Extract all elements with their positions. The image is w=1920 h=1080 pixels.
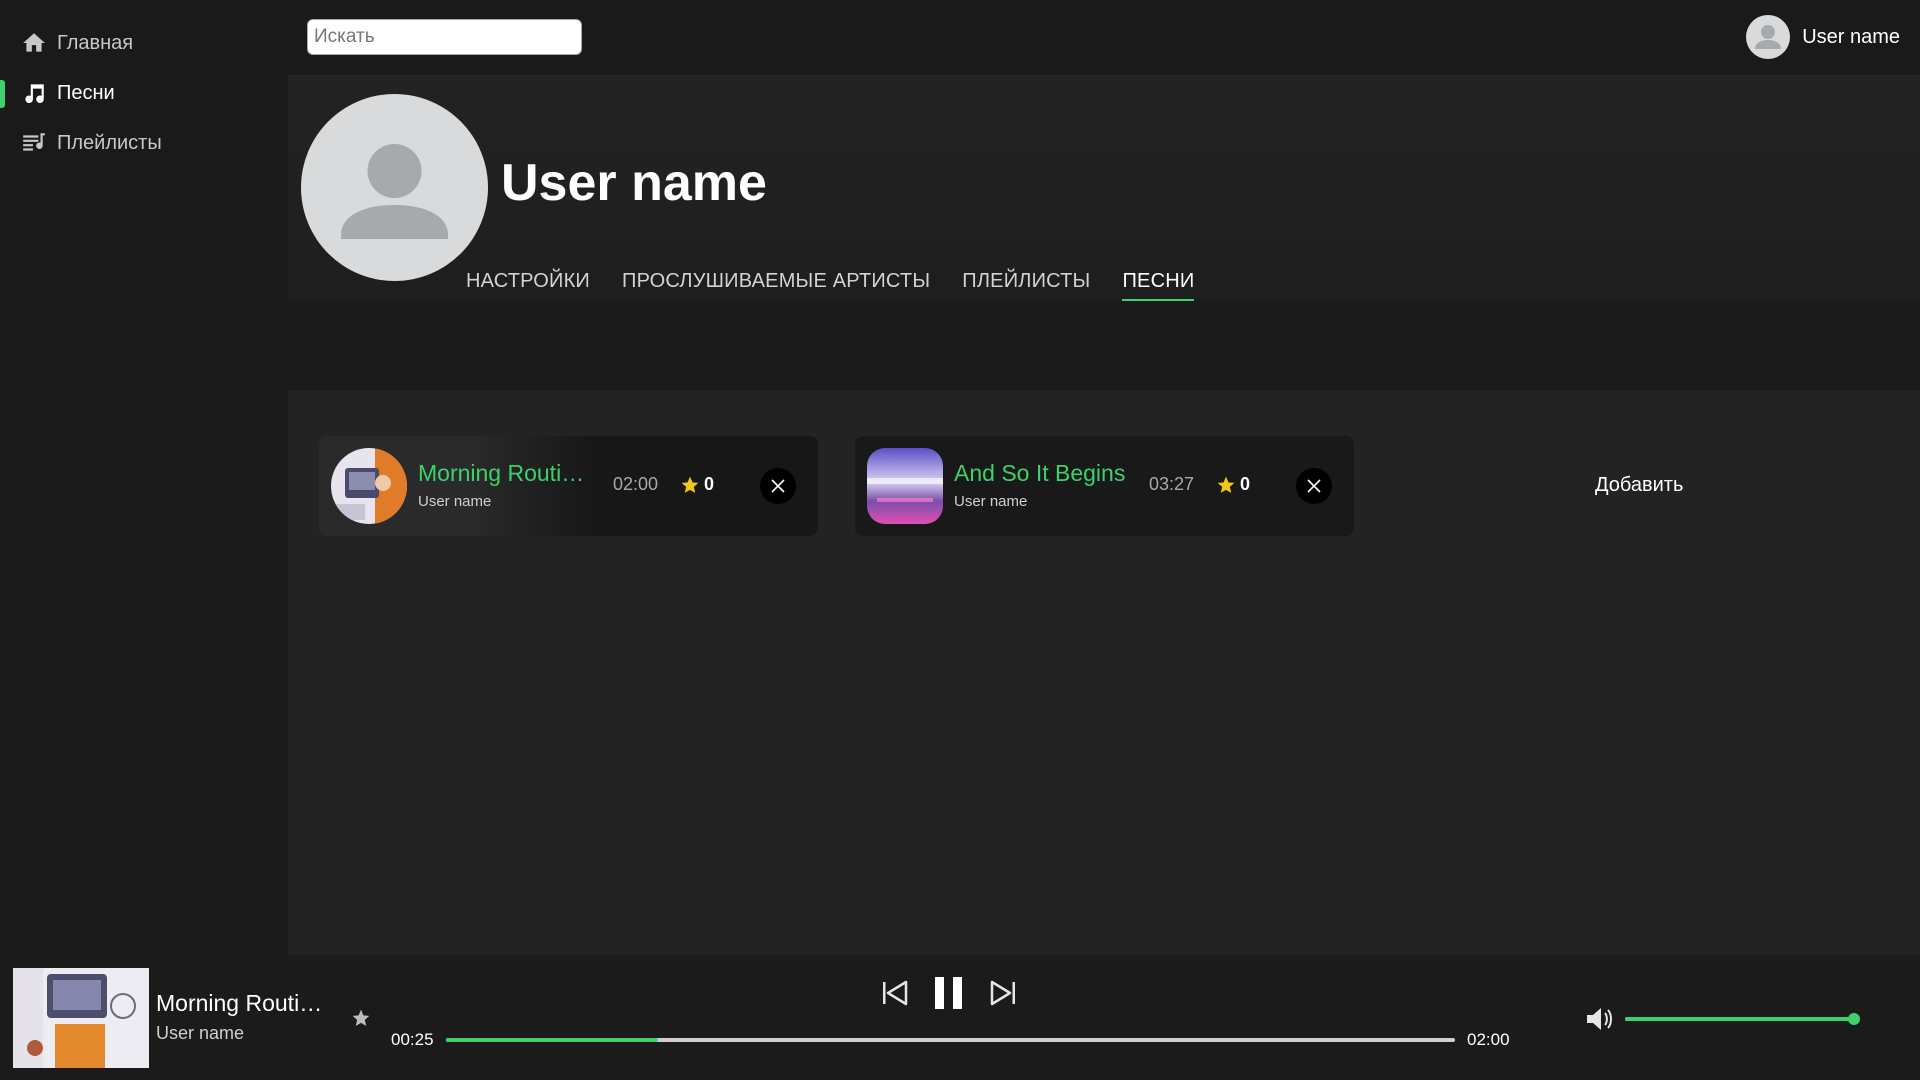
playlist-icon (21, 130, 47, 156)
song-duration: 02:00 (613, 474, 659, 494)
volume-knob[interactable] (1848, 1013, 1860, 1025)
player-bar: Morning Routin... User name 00:25 02:00 (0, 955, 1920, 1080)
pause-icon (935, 977, 962, 1009)
pause-button[interactable] (932, 975, 966, 1011)
tab-songs[interactable]: ПЕСНИ (1122, 270, 1195, 301)
sidebar-item-songs[interactable]: Песни (0, 68, 288, 118)
skip-next-icon (990, 980, 1015, 1006)
profile-avatar (301, 94, 488, 281)
volume-fill (1625, 1013, 1860, 1025)
now-playing-title[interactable]: Morning Routin... (156, 990, 331, 1017)
song-title[interactable]: And So It Begins (954, 460, 1125, 487)
song-title[interactable]: Morning Routin... (418, 460, 593, 487)
volume-icon[interactable] (1584, 1004, 1614, 1034)
song-likes-count: 0 (704, 474, 715, 494)
cover-image (13, 968, 149, 1068)
song-artist[interactable]: User name (954, 493, 1027, 510)
cover-image (331, 448, 407, 524)
song-cover (867, 448, 943, 524)
user-name: User name (1802, 25, 1900, 48)
sidebar-item-playlists[interactable]: Плейлисты (0, 118, 288, 168)
volume-slider[interactable] (1625, 1013, 1860, 1025)
remove-song-button[interactable] (1296, 468, 1332, 504)
sidebar: Главная Песни Плейлисты (0, 0, 288, 955)
user-icon (1755, 25, 1782, 49)
cover-image (867, 448, 943, 524)
tabs-bar (288, 300, 1920, 390)
remove-song-button[interactable] (760, 468, 796, 504)
star-icon[interactable] (1216, 475, 1236, 495)
user-icon (341, 144, 448, 239)
sidebar-item-label: Главная (57, 31, 134, 54)
user-menu[interactable]: User name (1746, 15, 1900, 59)
song-card[interactable]: Morning Routin... User name 02:00 0 (319, 436, 818, 536)
music-note-icon (21, 80, 47, 106)
current-time: 00:25 (391, 1030, 434, 1049)
profile-tabs: НАСТРОЙКИ ПРОСЛУШИВАЕМЫЕ АРТИСТЫ ПЛЕЙЛИС… (466, 270, 1226, 301)
tab-settings[interactable]: НАСТРОЙКИ (466, 270, 590, 301)
top-bar: User name (288, 0, 1920, 75)
song-cover (331, 448, 407, 524)
tab-artists[interactable]: ПРОСЛУШИВАЕМЫЕ АРТИСТЫ (622, 270, 930, 301)
progress-fill (446, 1038, 658, 1042)
now-playing-artist[interactable]: User name (156, 1023, 244, 1044)
sidebar-item-label: Песни (57, 81, 115, 104)
previous-button[interactable] (880, 978, 910, 1008)
profile-name: User name (501, 154, 767, 212)
sidebar-item-label: Плейлисты (57, 131, 162, 154)
star-icon[interactable] (680, 475, 700, 495)
close-icon (771, 479, 785, 493)
profile-header: User name (288, 75, 1920, 300)
song-likes-count: 0 (1240, 474, 1251, 494)
sidebar-item-home[interactable]: Главная (0, 18, 288, 68)
next-button[interactable] (988, 978, 1018, 1008)
now-playing-cover (13, 968, 149, 1068)
home-icon (21, 30, 47, 56)
close-icon (1307, 479, 1321, 493)
star-icon[interactable] (351, 1008, 371, 1028)
avatar (1746, 15, 1791, 59)
search-input[interactable] (307, 19, 582, 55)
song-card[interactable]: And So It Begins User name 03:27 0 (855, 436, 1354, 536)
song-artist[interactable]: User name (418, 493, 491, 510)
song-list: Morning Routin... User name 02:00 0 And … (319, 436, 1391, 536)
skip-previous-icon (883, 980, 908, 1006)
total-time: 02:00 (1467, 1030, 1510, 1049)
tab-playlists[interactable]: ПЛЕЙЛИСТЫ (962, 270, 1090, 301)
playback-controls (880, 975, 1018, 1011)
add-song-button[interactable]: Добавить (1595, 474, 1683, 497)
progress-bar[interactable] (446, 1038, 1455, 1042)
song-duration: 03:27 (1149, 474, 1195, 494)
